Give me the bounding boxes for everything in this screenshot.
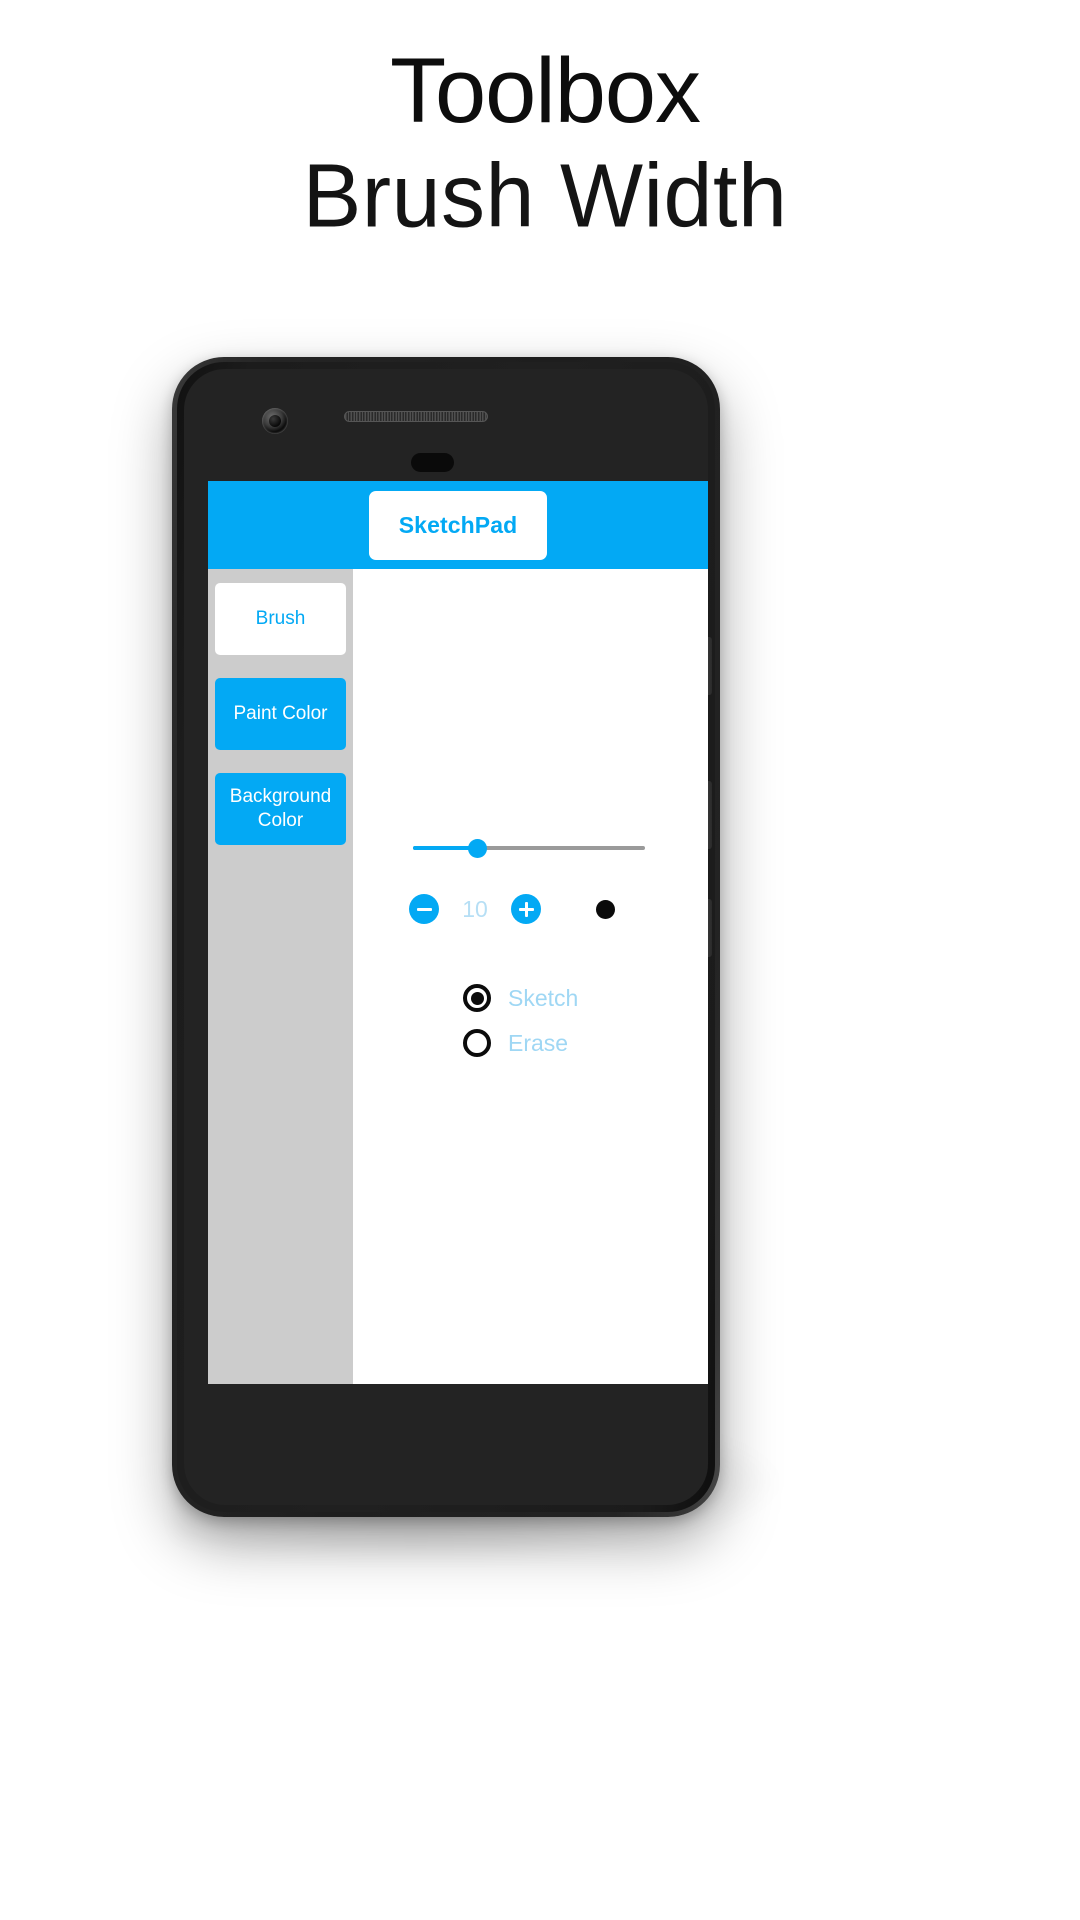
brush-mode-group: Sketch Erase	[463, 984, 578, 1074]
brush-width-stepper: 10	[409, 894, 659, 924]
brush-size-preview	[595, 899, 615, 919]
radio-checked-icon	[463, 984, 491, 1012]
brush-width-slider[interactable]	[413, 837, 645, 859]
radio-unchecked-icon	[463, 1029, 491, 1057]
brush-size-preview-wrap	[541, 899, 659, 919]
app-title-label: SketchPad	[398, 511, 518, 538]
slider-thumb[interactable]	[468, 838, 488, 858]
app-bar: SketchPad	[208, 481, 708, 569]
plus-icon-vertical	[524, 901, 528, 917]
sidebar-item-label: Brush	[255, 607, 306, 629]
decrease-button[interactable]	[409, 894, 439, 924]
slider-track[interactable]	[413, 838, 645, 858]
sidebar-item-paint-color[interactable]: Paint Color	[215, 678, 346, 750]
phone-device: SketchPad Brush Paint Color Background C…	[172, 357, 720, 1517]
phone-face: SketchPad Brush Paint Color Background C…	[184, 369, 712, 1505]
increase-button[interactable]	[511, 894, 541, 924]
front-camera-icon	[262, 408, 288, 434]
radio-option-erase[interactable]: Erase	[463, 1029, 578, 1057]
earpiece-speaker-icon	[344, 411, 488, 422]
sidebar-item-label: Paint Color	[233, 702, 328, 724]
sidebar-item-label: Background Color	[229, 785, 332, 831]
phone-screen: SketchPad Brush Paint Color Background C…	[208, 481, 708, 1384]
proximity-sensor-icon	[411, 453, 454, 472]
radio-option-sketch[interactable]: Sketch	[463, 984, 578, 1012]
minus-icon	[416, 907, 432, 911]
sidebar-item-brush[interactable]: Brush	[215, 583, 346, 655]
radio-option-label: Erase	[508, 1029, 569, 1056]
app-title-button[interactable]: SketchPad	[368, 490, 548, 560]
sidebar-item-background-color[interactable]: Background Color	[215, 773, 346, 845]
app-body: Brush Paint Color Background Color 10 Sk…	[208, 569, 708, 1384]
page-title: Toolbox	[389, 40, 701, 142]
radio-option-label: Sketch	[508, 984, 579, 1011]
brush-width-value: 10	[462, 895, 488, 922]
page-subtitle: Brush Width	[302, 145, 788, 247]
screenshot-root: Toolbox Brush Width SketchPad Brush Pain…	[0, 0, 1080, 1920]
tool-sidebar: Brush Paint Color Background Color	[208, 569, 353, 1384]
headings: Toolbox Brush Width	[0, 40, 1080, 251]
brush-panel: 10 Sketch Erase	[353, 569, 708, 1384]
